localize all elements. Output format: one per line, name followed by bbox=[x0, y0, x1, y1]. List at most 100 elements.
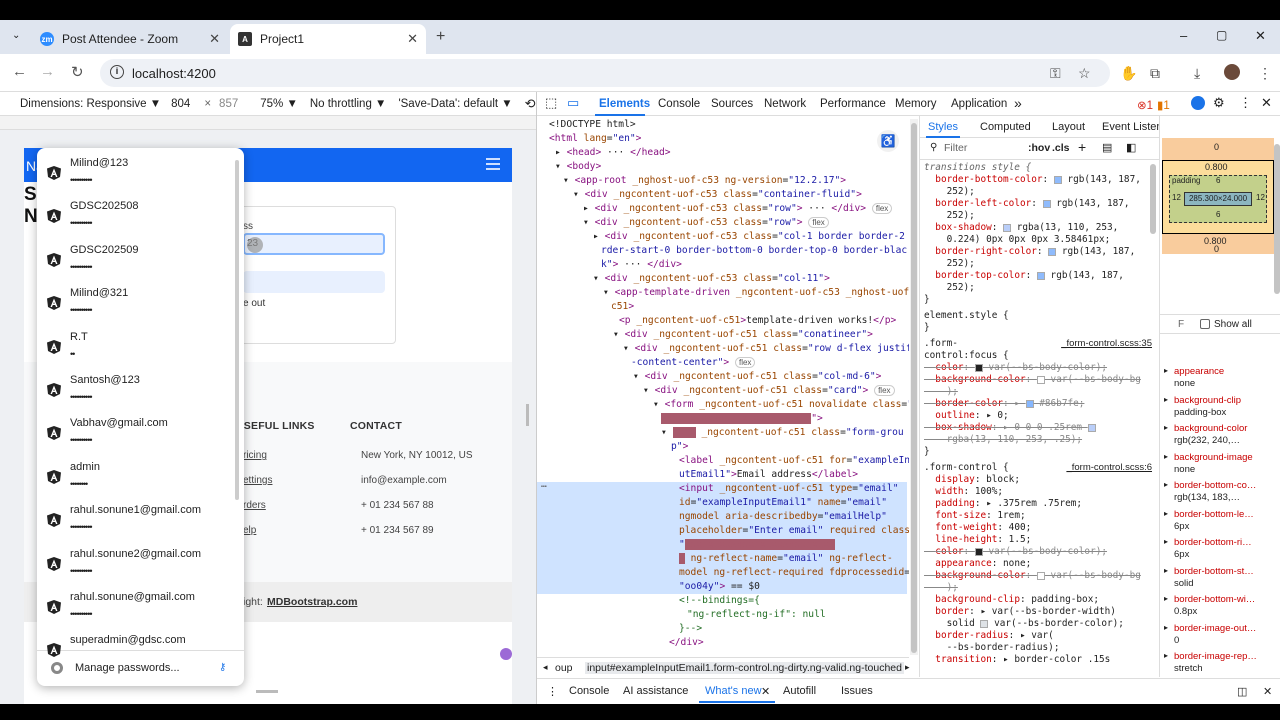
tab-elements[interactable]: Elements bbox=[599, 98, 650, 110]
computed-property[interactable]: ▸ border-bottom-le… bbox=[1164, 509, 1254, 520]
footer-link[interactable]: elp bbox=[243, 525, 256, 536]
css-line[interactable]: border-color: ▸ #86b7fe; bbox=[924, 398, 1156, 410]
filter-input[interactable]: Filter bbox=[944, 142, 967, 154]
computed-property[interactable]: ▸ border-bottom-wi… bbox=[1164, 594, 1255, 605]
throttling-select[interactable]: No throttling ▼ bbox=[310, 98, 387, 110]
settings-gear-icon[interactable]: ⚙ bbox=[1213, 95, 1225, 111]
drawer-tab-whats-new[interactable]: What's new bbox=[705, 685, 762, 697]
tab-event-listeners[interactable]: Event Listeners bbox=[1102, 121, 1159, 133]
css-line[interactable]: font-weight: 400; bbox=[924, 522, 1156, 534]
computed-property[interactable]: ▸ background-clip bbox=[1164, 395, 1241, 406]
dom-line[interactable]: ▾ <div _ngcontent-uof-c53 class="col-11"… bbox=[593, 272, 830, 286]
css-line[interactable]: background-color: var(--bs-body-bg bbox=[924, 374, 1156, 386]
dom-line[interactable]: <html lang="en"> bbox=[549, 132, 641, 146]
extension-icon[interactable]: ✋ bbox=[1120, 65, 1137, 82]
breadcrumb-item-selected[interactable]: input#exampleInputEmail1.form-control.ng… bbox=[585, 662, 904, 674]
sign-out-text[interactable]: e out bbox=[243, 298, 265, 309]
css-line[interactable]: box-shadow: ▸ 0 0 0 .25rem bbox=[924, 422, 1156, 434]
saved-credential-item[interactable]: Milind@123 •••••••••• bbox=[37, 148, 244, 191]
inspect-element-icon[interactable]: ⬚ bbox=[545, 95, 557, 111]
tab-styles[interactable]: Styles bbox=[928, 121, 958, 133]
css-line[interactable]: display: block; bbox=[924, 474, 1156, 486]
computed-property[interactable]: ▸ border-bottom-ri… bbox=[1164, 537, 1252, 548]
css-line[interactable]: border-radius: ▸ var( bbox=[924, 630, 1156, 642]
computed-property[interactable]: ▸ border-bottom-st… bbox=[1164, 566, 1254, 577]
saved-credential-item[interactable]: rahul.sonune2@gmail.com •••••••••• bbox=[37, 539, 244, 582]
site-info-icon[interactable]: i bbox=[110, 65, 124, 79]
sidebar-toggle-icon[interactable]: ◧ bbox=[1126, 141, 1136, 154]
breadcrumb-item[interactable]: oup bbox=[555, 662, 573, 674]
css-line[interactable]: padding: ▸ .375rem .75rem; bbox=[924, 498, 1156, 510]
drawer-tab-console[interactable]: Console bbox=[569, 685, 609, 697]
dom-line[interactable]: ▾ <div _ngcontent-uof-c53 class="contain… bbox=[573, 188, 862, 202]
drawer-menu-icon[interactable]: ⋮ bbox=[547, 685, 558, 698]
download-icon[interactable]: ⤓ bbox=[1194, 65, 1200, 82]
submit-button[interactable] bbox=[243, 271, 385, 293]
css-line[interactable]: box-shadow: rgba(13, 110, 253, bbox=[924, 222, 1156, 234]
tab-memory[interactable]: Memory bbox=[895, 98, 937, 110]
expand-arrow-icon[interactable]: ▸ bbox=[1164, 480, 1168, 489]
expand-arrow-icon[interactable]: ▸ bbox=[1164, 651, 1168, 660]
password-input[interactable]: 23 bbox=[243, 233, 385, 255]
warning-badge[interactable]: ▮1 bbox=[1157, 98, 1170, 112]
browser-menu-icon[interactable]: ⋮ bbox=[1258, 65, 1272, 82]
expand-arrow-icon[interactable]: ▸ bbox=[1164, 395, 1168, 404]
hamburger-menu-icon[interactable] bbox=[486, 158, 500, 173]
css-line[interactable]: line-height: 1.5; bbox=[924, 534, 1156, 546]
computed-property[interactable]: ▸ border-bottom-co… bbox=[1164, 480, 1256, 491]
dom-line[interactable]: ▾ <div _ngcontent-uof-c51 class="card"> … bbox=[643, 384, 895, 398]
show-all-checkbox[interactable] bbox=[1200, 319, 1210, 329]
devtools-menu-icon[interactable]: ⋮ bbox=[1239, 95, 1252, 111]
dom-line[interactable]: ▾ <div _ngcontent-uof-c53 class="row"> f… bbox=[583, 216, 829, 230]
breadcrumb-scroll-right[interactable]: ▸ bbox=[905, 662, 910, 673]
device-toggle-icon[interactable]: ▭ bbox=[567, 95, 579, 111]
expand-arrow-icon[interactable]: ▸ bbox=[1164, 537, 1168, 546]
tab-performance[interactable]: Performance bbox=[820, 98, 886, 110]
back-icon[interactable]: ← bbox=[12, 63, 27, 80]
dom-line[interactable]: ▸ <div _ngcontent-uof-c53 class="row"> ·… bbox=[583, 202, 893, 216]
computed-property[interactable]: ▸ background-image bbox=[1164, 452, 1253, 463]
dom-line[interactable]: ▾ <app-root _nghost-uof-c53 ng-version="… bbox=[563, 174, 846, 188]
address-bar[interactable]: i localhost:4200 bbox=[100, 59, 1110, 87]
new-tab-button[interactable]: + bbox=[436, 28, 445, 46]
dom-line[interactable]: <!DOCTYPE html> bbox=[549, 118, 636, 132]
dom-line[interactable]: ▾ <app-template-driven _ngcontent-uof-c5… bbox=[603, 286, 909, 300]
css-line[interactable]: color: var(--bs-body-color); bbox=[924, 362, 1156, 374]
extensions-puzzle-icon[interactable]: ⧉ bbox=[1150, 65, 1160, 82]
saved-credential-item[interactable]: R.T •• bbox=[37, 322, 244, 365]
breadcrumb-scroll-left[interactable]: ◂ bbox=[543, 662, 548, 673]
dom-line[interactable]: ▾ <form _ngcontent-uof-c51 novalidate cl… bbox=[653, 398, 909, 412]
viewport-resize-handle[interactable] bbox=[526, 404, 529, 426]
rotate-icon[interactable]: ⟲ bbox=[525, 96, 536, 112]
saved-credential-item[interactable]: superadmin@gdsc.com bbox=[37, 625, 244, 668]
tab-computed[interactable]: Computed bbox=[980, 121, 1031, 133]
viewport-bottom-resize-handle[interactable] bbox=[256, 690, 278, 693]
css-line[interactable]: color: var(--bs-body-color); bbox=[924, 546, 1156, 558]
tab-search-icon[interactable]: ⌄ bbox=[12, 30, 20, 41]
saved-credential-item[interactable]: rahul.sonune1@gmail.com •••••••••• bbox=[37, 495, 244, 538]
close-devtools-icon[interactable]: ✕ bbox=[1261, 95, 1272, 111]
css-line[interactable]: border-right-color: rgb(143, 187, bbox=[924, 246, 1156, 258]
saved-credential-item[interactable]: admin •••••••• bbox=[37, 452, 244, 495]
save-data-select[interactable]: 'Save-Data': default ▼ bbox=[398, 98, 512, 110]
dom-line[interactable]: ▾ <div _ngcontent-uof-c51 class="row d-f… bbox=[623, 342, 909, 356]
dom-line[interactable]: <p _ngcontent-uof-c51>template-driven wo… bbox=[619, 314, 896, 328]
expand-arrow-icon[interactable]: ▸ bbox=[1164, 594, 1168, 603]
dom-line-selected[interactable]: <input _ngcontent-uof-c51 type="email" bbox=[537, 482, 907, 497]
close-window-button[interactable]: ✕ bbox=[1255, 28, 1266, 44]
dom-line[interactable]: ▾ <body> bbox=[555, 160, 601, 174]
saved-credential-item[interactable]: GDSC202509 •••••••••• bbox=[37, 235, 244, 278]
dom-line[interactable]: ▾ xxxx _ngcontent-uof-c51 class="form-gr… bbox=[661, 426, 904, 440]
saved-credential-item[interactable]: Santosh@123 •••••••••• bbox=[37, 365, 244, 408]
close-whats-new-icon[interactable]: ✕ bbox=[761, 685, 770, 698]
dom-scrollbar[interactable] bbox=[910, 119, 918, 655]
computed-scrollbar[interactable] bbox=[1274, 144, 1280, 294]
saved-credential-item[interactable]: Milind@321 •••••••••• bbox=[37, 278, 244, 321]
computed-property[interactable]: ▸ appearance bbox=[1164, 366, 1224, 377]
css-line[interactable]: background-clip: padding-box; bbox=[924, 594, 1156, 606]
tab-sources[interactable]: Sources bbox=[711, 98, 753, 110]
dom-ellipsis-icon[interactable]: … bbox=[541, 478, 547, 492]
zoom-select[interactable]: 75% ▼ bbox=[260, 98, 298, 110]
tab-zoom[interactable]: zm Post Attendee - Zoom ✕ bbox=[32, 24, 228, 54]
tab-application[interactable]: Application bbox=[951, 98, 1007, 110]
